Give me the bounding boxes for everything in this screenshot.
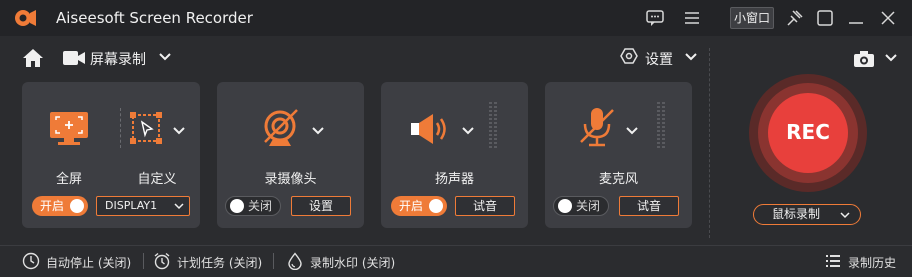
- recording-history-button[interactable]: 录制历史: [824, 252, 904, 270]
- app-title: Aiseesoft Screen Recorder: [56, 9, 253, 27]
- rec-button[interactable]: REC: [748, 73, 868, 193]
- watermark-button[interactable]: 录制水印 (关闭): [286, 252, 406, 270]
- speaker-volume-meter: [489, 102, 497, 148]
- toggle-knob: [558, 199, 572, 213]
- toggle-label: 关闭: [248, 199, 273, 213]
- restore-icon[interactable]: [815, 8, 835, 28]
- microphone-label: 麦克风: [598, 172, 638, 187]
- pin-icon[interactable]: [785, 8, 805, 28]
- mini-window-button[interactable]: 小窗口: [730, 7, 774, 29]
- toggle-label: 开启: [40, 199, 65, 213]
- snapshot-camera-icon[interactable]: [853, 50, 875, 68]
- auto-stop-label: 自动停止 (关闭): [46, 256, 132, 270]
- rec-label: REC: [786, 120, 830, 144]
- speaker-toggle[interactable]: 开启: [391, 196, 447, 216]
- water-drop-icon: [288, 252, 302, 270]
- webcam-label: 录摄像头: [264, 172, 317, 187]
- video-camera-icon[interactable]: [63, 50, 85, 66]
- chevron-down-icon[interactable]: [884, 53, 898, 63]
- close-icon[interactable]: [878, 8, 898, 28]
- custom-label: 自定义: [137, 172, 177, 187]
- app-logo-icon: [15, 10, 36, 26]
- mouse-record-label: 鼠标录制: [772, 207, 821, 221]
- card-divider: [120, 108, 121, 148]
- recording-mode-label[interactable]: 屏幕录制: [90, 49, 146, 69]
- footer-separator: [143, 253, 144, 269]
- home-icon[interactable]: [22, 48, 44, 68]
- mouse-record-dropdown[interactable]: 鼠标录制: [753, 204, 861, 225]
- display-select-value: DISPLAY1: [105, 199, 158, 212]
- nav-bar: 屏幕录制 设置: [0, 36, 912, 76]
- watermark-label: 录制水印 (关闭): [310, 256, 396, 270]
- chevron-down-icon: [174, 203, 184, 210]
- scheduled-task-button[interactable]: 计划任务 (关闭): [153, 252, 273, 270]
- clock-icon: [22, 252, 40, 270]
- speaker-test-button[interactable]: 试音: [455, 196, 515, 216]
- minimize-icon[interactable]: [846, 8, 866, 28]
- microphone-off-icon[interactable]: [577, 106, 617, 148]
- toggle-label: 开启: [399, 199, 424, 213]
- microphone-toggle[interactable]: 关闭: [553, 196, 609, 216]
- display-toggle[interactable]: 开启: [32, 196, 88, 216]
- footer-separator: [273, 253, 274, 269]
- alarm-clock-icon: [154, 252, 170, 270]
- microphone-test-button[interactable]: 试音: [619, 196, 679, 216]
- display-select[interactable]: DISPLAY1: [96, 196, 190, 216]
- microphone-volume-meter: [657, 102, 665, 148]
- chevron-down-icon[interactable]: [311, 126, 325, 136]
- speaker-card: 扬声器 开启 试音: [381, 82, 528, 228]
- chevron-down-icon[interactable]: [684, 52, 698, 62]
- scheduled-task-label: 计划任务 (关闭): [177, 256, 263, 270]
- chevron-down-icon: [840, 212, 850, 219]
- fullscreen-icon[interactable]: [48, 110, 90, 146]
- display-card: 全屏 自定义 开启 DISPLAY1: [22, 82, 200, 228]
- title-bar: Aiseesoft Screen Recorder 小窗口: [0, 0, 912, 36]
- speaker-icon[interactable]: [411, 112, 453, 146]
- toggle-knob: [70, 199, 84, 213]
- microphone-card: 麦克风 关闭 试音: [545, 82, 692, 228]
- settings-label[interactable]: 设置: [645, 49, 673, 69]
- fullscreen-label: 全屏: [55, 172, 82, 187]
- chevron-down-icon[interactable]: [461, 126, 475, 136]
- custom-region-icon[interactable]: [130, 112, 162, 144]
- webcam-settings-button[interactable]: 设置: [291, 196, 351, 216]
- feedback-icon[interactable]: [645, 8, 665, 28]
- list-icon: [826, 255, 840, 267]
- chevron-down-icon[interactable]: [172, 126, 186, 136]
- chevron-down-icon[interactable]: [158, 52, 172, 62]
- webcam-card: 录摄像头 关闭 设置: [217, 82, 364, 228]
- footer-divider: [0, 245, 912, 246]
- toggle-knob: [429, 199, 443, 213]
- speaker-label: 扬声器: [434, 172, 474, 187]
- auto-stop-button[interactable]: 自动停止 (关闭): [22, 252, 142, 270]
- webcam-off-icon[interactable]: [259, 106, 303, 150]
- webcam-toggle[interactable]: 关闭: [225, 196, 281, 216]
- toggle-knob: [230, 199, 244, 213]
- recording-history-label: 录制历史: [848, 256, 897, 270]
- toggle-label: 关闭: [576, 199, 601, 213]
- menu-icon[interactable]: [682, 8, 702, 28]
- chevron-down-icon[interactable]: [625, 126, 639, 136]
- section-divider: [709, 48, 710, 238]
- settings-icon[interactable]: [620, 47, 638, 65]
